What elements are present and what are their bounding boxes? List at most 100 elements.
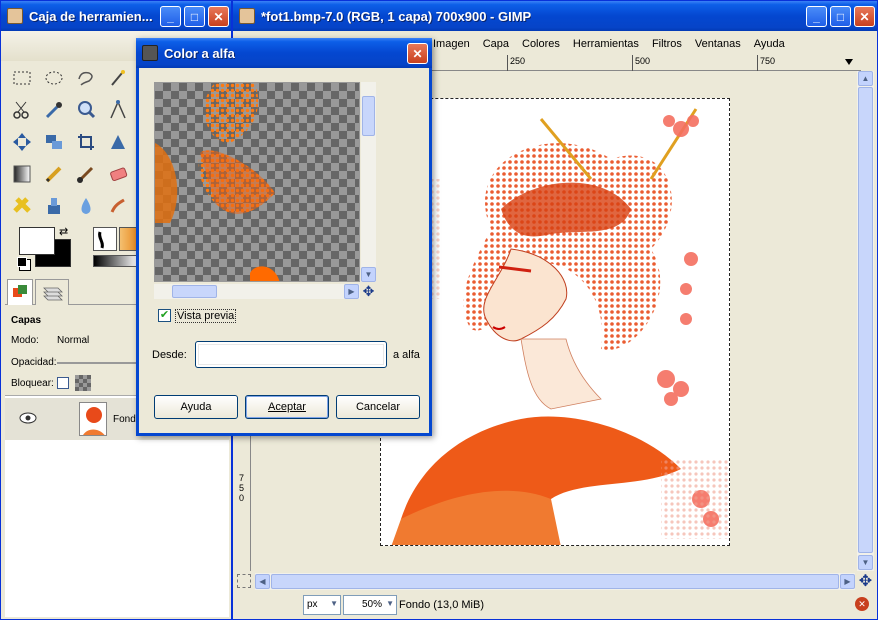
mode-value[interactable]: Normal xyxy=(57,335,89,346)
tab-layers[interactable] xyxy=(7,279,33,305)
unit-select[interactable]: px ▼ xyxy=(303,595,341,615)
cancel-button-label: Cancelar xyxy=(355,401,401,413)
eraser-icon[interactable] xyxy=(107,163,129,185)
heal-icon[interactable] xyxy=(11,195,33,217)
opacity-label: Opacidad: xyxy=(11,357,57,368)
scroll-thumb-h[interactable] xyxy=(271,574,839,589)
pencil-icon[interactable] xyxy=(43,163,65,185)
ok-button[interactable]: Aceptar xyxy=(245,395,329,419)
zoom-box-icon[interactable] xyxy=(237,574,251,588)
ruler-tick xyxy=(632,55,633,71)
opacity-slider[interactable] xyxy=(57,362,137,364)
scroll-down-icon[interactable]: ▼ xyxy=(361,267,376,282)
zoom-select[interactable]: 50% ▼ xyxy=(343,595,397,615)
close-icon[interactable]: ✕ xyxy=(407,43,428,64)
menu-ayuda[interactable]: Ayuda xyxy=(754,38,785,50)
cancel-button[interactable]: Cancelar xyxy=(336,395,420,419)
preview-area[interactable] xyxy=(154,82,360,282)
foreground-color-swatch[interactable] xyxy=(19,227,55,255)
gimp-icon xyxy=(7,8,23,24)
image-vertical-scrollbar[interactable]: ▲ ▼ xyxy=(857,71,874,571)
move-icon[interactable] xyxy=(11,131,33,153)
scroll-down-icon[interactable]: ▼ xyxy=(858,555,873,570)
navigate-icon[interactable]: ✥ xyxy=(857,573,874,590)
ellipse-select-icon[interactable] xyxy=(43,67,65,89)
lasso-icon[interactable] xyxy=(75,67,97,89)
blend-icon[interactable] xyxy=(11,163,33,185)
ruler-label-500: 500 xyxy=(635,56,651,66)
eye-icon[interactable] xyxy=(19,412,37,424)
chevron-down-icon: ▼ xyxy=(386,599,394,608)
ruler-label-250: 250 xyxy=(510,56,526,66)
close-icon[interactable]: ✕ xyxy=(854,6,875,27)
crop-icon[interactable] xyxy=(75,131,97,153)
preview-vertical-scrollbar[interactable]: ▼ xyxy=(361,82,376,282)
blur-icon[interactable] xyxy=(75,195,97,217)
rotate-icon[interactable] xyxy=(107,131,129,153)
smudge-icon[interactable] xyxy=(107,195,129,217)
to-alpha-label: a alfa xyxy=(393,349,420,361)
scroll-right-icon[interactable]: ▶ xyxy=(344,284,359,299)
measure-icon[interactable] xyxy=(107,99,129,121)
mode-label: Modo: xyxy=(11,335,39,346)
menu-colores[interactable]: Colores xyxy=(522,38,560,50)
dialog-titlebar[interactable]: Color a alfa ✕ xyxy=(136,38,432,68)
ruler-tick xyxy=(507,55,508,71)
toolbox-title: Caja de herramien... xyxy=(29,8,153,24)
maximize-icon[interactable]: □ xyxy=(184,6,205,27)
scroll-up-icon[interactable]: ▲ xyxy=(858,71,873,86)
clone-icon[interactable] xyxy=(43,195,65,217)
help-button-label: Ayuda xyxy=(180,401,212,413)
scissors-icon[interactable] xyxy=(11,99,33,121)
ruler-v-7: 7 xyxy=(239,473,245,483)
preview-scroll-thumb-h[interactable] xyxy=(172,285,217,298)
paintbrush-icon[interactable] xyxy=(75,163,97,185)
minimize-icon[interactable]: _ xyxy=(160,6,181,27)
rect-select-icon[interactable] xyxy=(11,67,33,89)
default-colors-icon[interactable] xyxy=(17,257,27,267)
scroll-thumb[interactable] xyxy=(858,87,873,553)
gimp-icon xyxy=(239,8,255,24)
brush-preview[interactable] xyxy=(93,227,117,251)
menu-herramientas[interactable]: Herramientas xyxy=(573,38,639,50)
help-button[interactable]: Ayuda xyxy=(154,395,238,419)
swap-colors-icon[interactable]: ⇄ xyxy=(59,225,68,238)
fuzzy-select-icon[interactable] xyxy=(107,67,129,89)
gradient-preview[interactable] xyxy=(93,255,139,267)
preview-horizontal-scrollbar[interactable]: ▶ xyxy=(154,284,360,299)
scroll-right-icon[interactable]: ▶ xyxy=(840,574,855,589)
scroll-left-icon[interactable]: ◀ xyxy=(255,574,270,589)
preview-checkbox[interactable]: ✔ xyxy=(158,309,171,322)
anime-girl-image xyxy=(381,108,729,545)
menu-filtros[interactable]: Filtros xyxy=(652,38,682,50)
image-window-titlebar[interactable]: *fot1.bmp-7.0 (RGB, 1 capa) 700x900 - GI… xyxy=(233,1,877,31)
toolbox-titlebar[interactable]: Caja de herramien... _ □ ✕ xyxy=(1,1,231,31)
navigate-icon[interactable]: ✥ xyxy=(361,284,376,299)
maximize-icon[interactable]: □ xyxy=(830,6,851,27)
cancel-operation-icon[interactable]: ✕ xyxy=(855,597,869,611)
lock-pixels-checkbox[interactable] xyxy=(57,377,69,389)
lock-alpha-icon[interactable] xyxy=(75,375,91,391)
image-menubar: Imagen Capa Colores Herramientas Filtros… xyxy=(433,38,785,50)
zoom-value: 50% xyxy=(361,599,382,610)
color-picker-icon[interactable] xyxy=(43,99,65,121)
align-icon[interactable] xyxy=(43,131,65,153)
ruler-v-0: 0 xyxy=(239,493,245,503)
image-horizontal-scrollbar[interactable]: ◀ ▶ xyxy=(255,573,855,590)
menu-imagen[interactable]: Imagen xyxy=(433,38,470,50)
quick-mask-arrow-icon[interactable] xyxy=(845,59,853,65)
image-canvas[interactable] xyxy=(380,98,730,546)
menu-capa[interactable]: Capa xyxy=(483,38,509,50)
from-color-button[interactable] xyxy=(195,341,387,368)
tab-channels[interactable] xyxy=(35,279,69,305)
ruler-tick xyxy=(757,55,758,71)
minimize-icon[interactable]: _ xyxy=(806,6,827,27)
status-text: Fondo (13,0 MiB) xyxy=(399,599,484,611)
zoom-icon[interactable] xyxy=(75,99,97,121)
preview-label[interactable]: Vista previa xyxy=(175,309,237,323)
menu-ventanas[interactable]: Ventanas xyxy=(695,38,741,50)
preview-scroll-thumb[interactable] xyxy=(362,96,375,136)
ruler-v-5: 5 xyxy=(239,483,245,493)
close-icon[interactable]: ✕ xyxy=(208,6,229,27)
preview-image xyxy=(155,83,280,281)
